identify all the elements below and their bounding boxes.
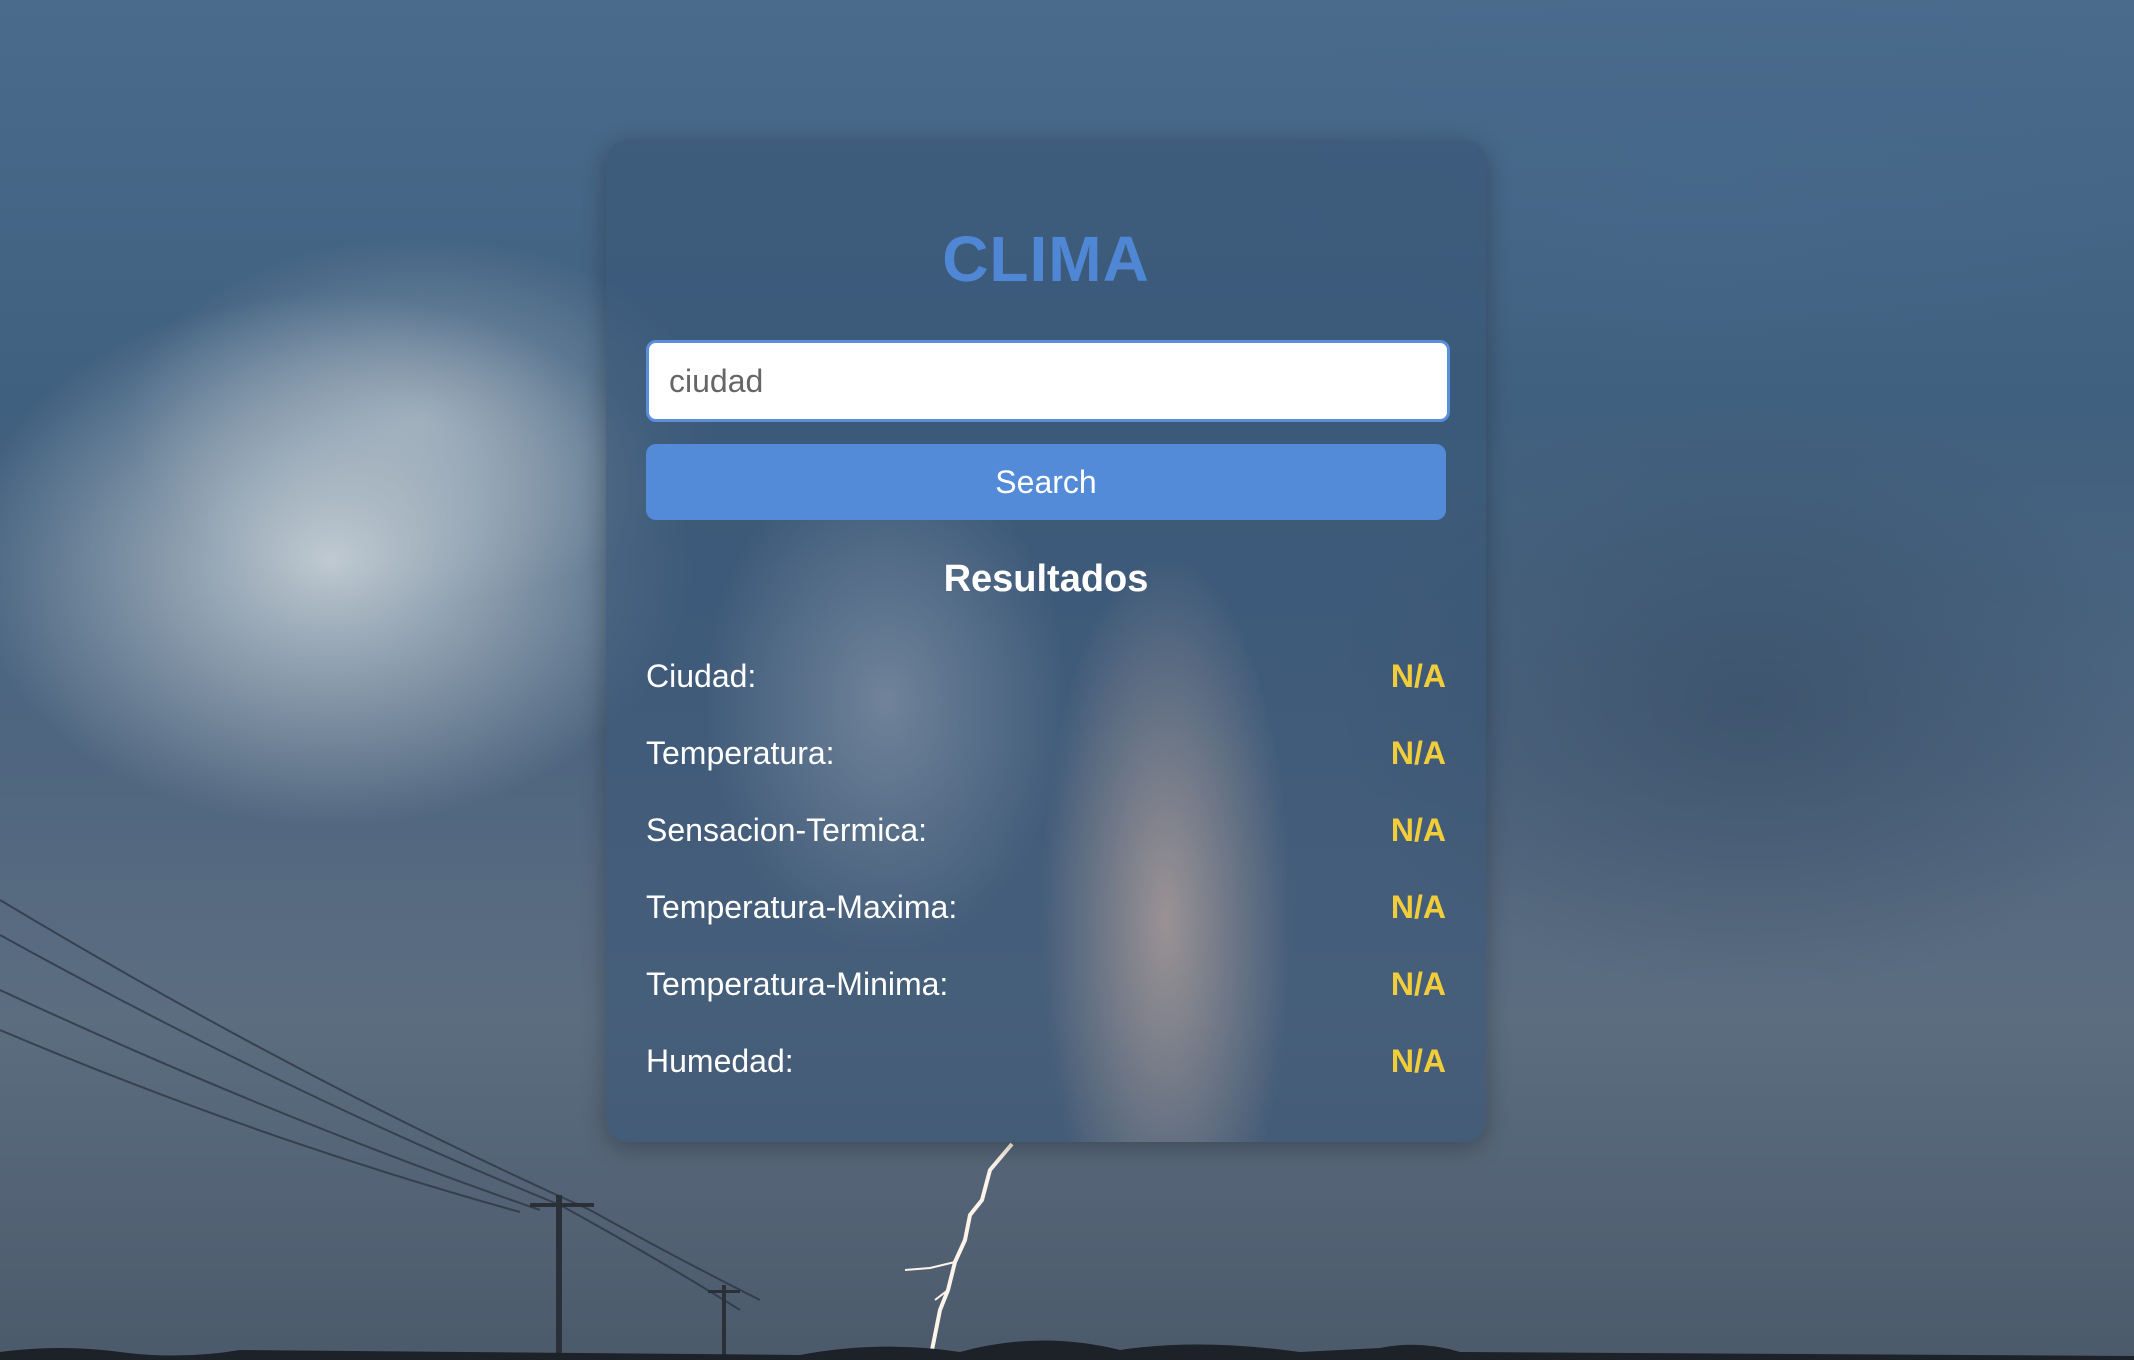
result-value: N/A xyxy=(1390,735,1446,771)
result-label: Temperatura-Maxima: xyxy=(646,889,958,925)
search-button[interactable]: Search xyxy=(646,444,1446,520)
weather-card: CLIMA Search Resultados Ciudad: N/A Temp… xyxy=(606,140,1486,1142)
results-list: Ciudad: N/A Temperatura: N/A Sensacion-T… xyxy=(646,638,1446,1100)
app-title: CLIMA xyxy=(942,223,1150,295)
results-heading: Resultados xyxy=(943,558,1149,600)
result-value: N/A xyxy=(1390,658,1446,694)
result-row-temperatura: Temperatura: N/A xyxy=(646,715,1446,792)
result-value: N/A xyxy=(1390,1043,1446,1079)
result-row-sensacion-termica: Sensacion-Termica: N/A xyxy=(646,792,1446,869)
result-value: N/A xyxy=(1390,889,1446,925)
result-value: N/A xyxy=(1390,812,1446,848)
result-row-ciudad: Ciudad: N/A xyxy=(646,638,1446,715)
result-label: Temperatura: xyxy=(646,735,835,771)
result-value: N/A xyxy=(1390,966,1446,1002)
result-label: Ciudad: xyxy=(646,658,757,694)
result-row-temperatura-minima: Temperatura-Minima: N/A xyxy=(646,946,1446,1023)
result-label: Temperatura-Minima: xyxy=(646,966,949,1002)
result-row-humedad: Humedad: N/A xyxy=(646,1023,1446,1100)
result-row-temperatura-maxima: Temperatura-Maxima: N/A xyxy=(646,869,1446,946)
city-search-input[interactable] xyxy=(646,340,1450,422)
result-label: Sensacion-Termica: xyxy=(646,812,927,848)
result-label: Humedad: xyxy=(646,1043,794,1079)
